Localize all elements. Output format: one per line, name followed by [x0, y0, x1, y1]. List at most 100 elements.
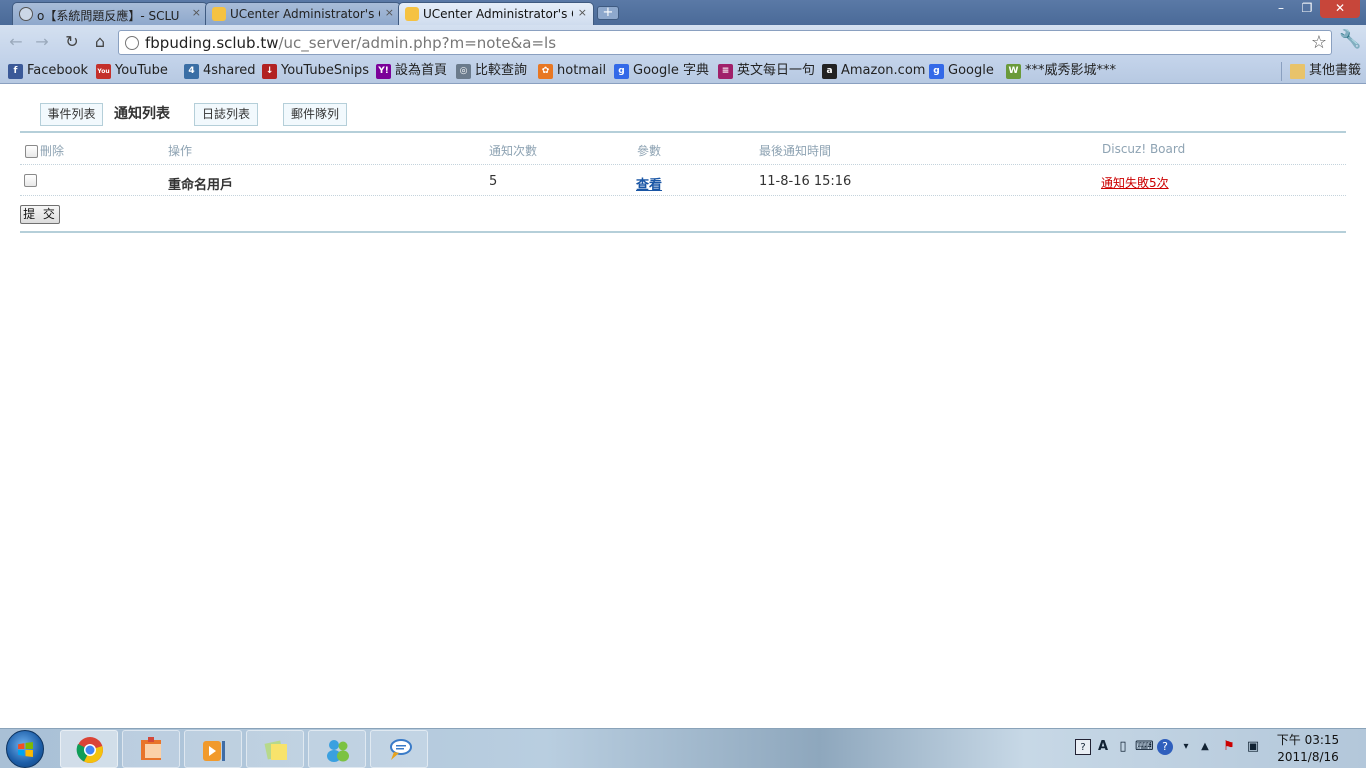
panel-icon[interactable]: ▯	[1115, 739, 1131, 755]
help-icon[interactable]: ?	[1157, 739, 1173, 755]
tab-close-icon[interactable]: ×	[385, 6, 394, 19]
divider	[20, 131, 1346, 133]
windows-logo-icon	[18, 742, 33, 757]
keyboard-icon[interactable]: ⌨	[1135, 739, 1154, 755]
globe-icon	[19, 7, 33, 21]
bookmark-label: 4shared	[203, 63, 256, 78]
messenger-icon	[327, 740, 349, 762]
bookmark-4[interactable]: Y! 設為首頁	[376, 62, 447, 80]
tab-system-feedback[interactable]: o【系統問題反應】- SCLU ×	[12, 2, 208, 25]
new-tab-button[interactable]: +	[597, 6, 619, 20]
forward-button[interactable]: →	[31, 31, 53, 53]
column-header-app: Discuz! Board	[1102, 142, 1186, 156]
youtube-icon: You	[96, 64, 111, 79]
folder-icon	[1290, 64, 1305, 79]
4shared-icon: 4	[184, 64, 199, 79]
network-icon[interactable]: ▣	[1245, 739, 1261, 755]
action-center-icon[interactable]: ⚑	[1221, 739, 1237, 755]
media-player-icon	[203, 741, 225, 761]
address-bar[interactable]: fbpuding.sclub.tw/uc_server/admin.php?m=…	[118, 30, 1332, 55]
taskbar-office[interactable]	[122, 730, 180, 768]
taskbar-chrome[interactable]	[60, 730, 118, 768]
bookmark-10[interactable]: g Google	[929, 62, 994, 80]
input-method-icon[interactable]: ?	[1075, 739, 1091, 755]
bookmark-label: ***威秀影城***	[1025, 63, 1117, 78]
other-bookmarks-folder[interactable]: 其他書籤	[1290, 62, 1361, 80]
cell-operation: 重命名用戶	[168, 178, 234, 193]
tab-ucenter-active[interactable]: UCenter Administrator's C ×	[398, 2, 594, 25]
taskbar-media-player[interactable]	[184, 730, 242, 768]
back-button[interactable]: ←	[5, 31, 27, 53]
bookmark-label: Google 字典	[633, 63, 709, 78]
bookmark-8[interactable]: ≡ 英文每日一句	[718, 62, 815, 80]
view-params-link[interactable]: 查看	[636, 178, 662, 193]
tab-title: UCenter Administrator's C	[423, 7, 573, 21]
taskbar-messenger[interactable]	[308, 730, 366, 768]
minimize-button[interactable]: –	[1268, 0, 1294, 18]
column-header-last-time: 最後通知時間	[759, 144, 832, 158]
bookmark-label: Google	[948, 63, 994, 78]
tab-close-icon[interactable]: ×	[578, 6, 587, 19]
sticky-notes-icon	[264, 740, 287, 760]
cell-count: 5	[489, 174, 498, 189]
browser-toolbar: ← → ↻ ⌂ fbpuding.sclub.tw/uc_server/admi…	[0, 25, 1366, 59]
tab-note-list: 通知列表	[114, 106, 170, 122]
windows-taskbar: ? A ▯ ⌨ ? ▾ ▲ ⚑ ▣ 下午 03:15 2011/8/16	[0, 728, 1366, 768]
bookmark-1[interactable]: You YouTube	[96, 62, 168, 80]
show-hidden-icons-icon[interactable]: ▲	[1197, 739, 1213, 755]
chrome-icon	[76, 737, 103, 763]
bookmark-11[interactable]: W ***威秀影城***	[1006, 62, 1116, 80]
bookmark-9[interactable]: a Amazon.com	[822, 62, 925, 80]
taskbar-chat[interactable]	[370, 730, 428, 768]
yahoo-icon: Y!	[376, 64, 391, 79]
bookmark-2[interactable]: 4 4shared	[184, 62, 256, 80]
submit-button[interactable]: 提 交	[20, 205, 60, 224]
bookmark-0[interactable]: f Facebook	[8, 62, 88, 80]
download-icon: ↓	[262, 64, 277, 79]
wrench-menu-icon[interactable]: 🔧	[1339, 29, 1361, 50]
bookmarks-separator	[1281, 62, 1282, 81]
bookmark-label: hotmail	[557, 63, 607, 78]
close-window-button[interactable]: ✕	[1320, 0, 1360, 18]
tab-event-list[interactable]: 事件列表	[40, 103, 103, 126]
tab-log-list[interactable]: 日誌列表	[194, 103, 258, 126]
column-header-operation: 操作	[168, 144, 193, 158]
home-button[interactable]: ⌂	[89, 31, 111, 53]
font-icon[interactable]: A	[1095, 739, 1111, 755]
clock-date: 2011/8/16	[1277, 750, 1339, 764]
bookmark-label: 英文每日一句	[737, 63, 816, 78]
bookmark-3[interactable]: ↓ YouTubeSnips	[262, 62, 369, 80]
url-text[interactable]: fbpuding.sclub.tw/uc_server/admin.php?m=…	[145, 34, 556, 52]
ucenter-icon	[405, 7, 419, 21]
reload-button[interactable]: ↻	[61, 31, 83, 53]
column-header-delete: 刪除	[40, 144, 65, 158]
page-info-icon[interactable]	[125, 36, 139, 50]
column-header-count: 通知次數	[489, 144, 538, 158]
bookmark-5[interactable]: ◎ 比較查詢	[456, 62, 527, 80]
bookmarks-bar: f Facebook You YouTube 4 4shared ↓ YouTubeSnips…	[0, 59, 1366, 84]
bookmark-label: YouTube	[115, 63, 168, 78]
browser-tab-strip: o【系統問題反應】- SCLU × UCenter Administrator'…	[0, 0, 1366, 25]
bookmark-7[interactable]: g Google 字典	[614, 62, 709, 80]
bookmark-label: Amazon.com	[841, 63, 926, 78]
tab-title: UCenter Administrator's C	[230, 7, 380, 21]
ime-options-icon[interactable]: ▾	[1178, 739, 1194, 755]
row-checkbox[interactable]	[24, 174, 37, 187]
tab-close-icon[interactable]: ×	[192, 6, 201, 19]
start-button[interactable]	[6, 730, 44, 768]
select-all-checkbox[interactable]	[25, 145, 38, 158]
tab-mail-queue[interactable]: 郵件隊列	[283, 103, 347, 126]
notify-failed-link[interactable]: 通知失敗5次	[1101, 176, 1169, 190]
system-clock[interactable]: 下午 03:15 2011/8/16	[1268, 732, 1348, 766]
tab-ucenter-1[interactable]: UCenter Administrator's C ×	[205, 2, 401, 25]
tab-title: o【系統問題反應】- SCLU	[37, 9, 180, 23]
office-icon	[141, 737, 161, 760]
facebook-icon: f	[8, 64, 23, 79]
bookmark-6[interactable]: ✿ hotmail	[538, 62, 606, 80]
taskbar-sticky-notes[interactable]	[246, 730, 304, 768]
restore-button[interactable]: ❐	[1294, 0, 1320, 18]
divider	[20, 231, 1346, 233]
bookmark-star-icon[interactable]: ☆	[1311, 32, 1327, 53]
bookmark-label: 設為首頁	[395, 63, 448, 78]
google-icon: g	[929, 64, 944, 79]
